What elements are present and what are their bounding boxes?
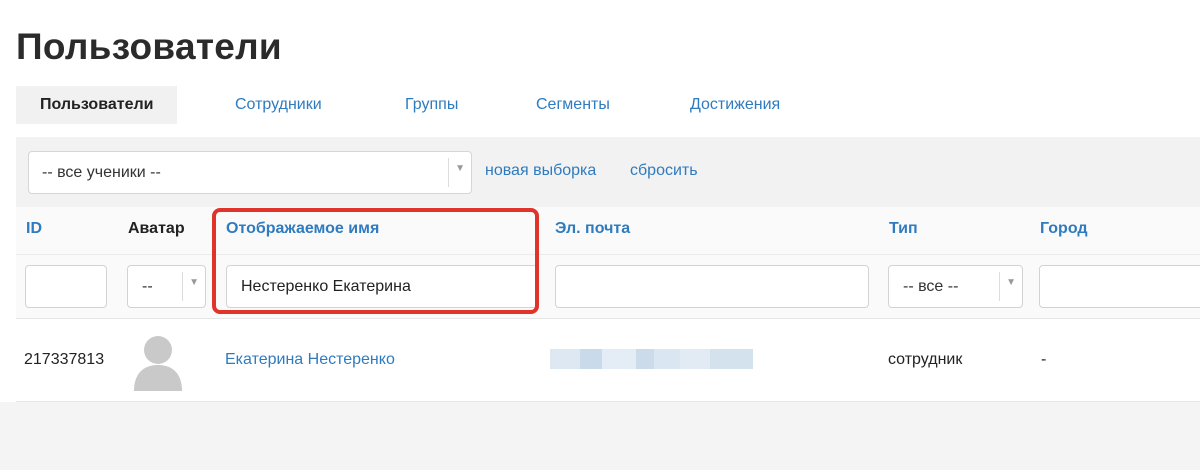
column-header-email[interactable]: Эл. почта <box>555 220 630 238</box>
user-silhouette-icon <box>134 336 182 391</box>
column-header-avatar: Аватар <box>128 220 185 237</box>
select-divider <box>448 158 449 187</box>
column-header-type[interactable]: Тип <box>889 220 918 238</box>
new-selection-link[interactable]: новая выборка <box>485 162 596 180</box>
selection-select-value: -- все ученики -- <box>42 164 161 181</box>
cell-email-redacted <box>550 349 753 369</box>
reset-link[interactable]: сбросить <box>630 162 698 180</box>
column-header-id[interactable]: ID <box>26 220 42 238</box>
tab-segments[interactable]: Сегменты <box>536 86 610 124</box>
filter-bar: -- все ученики -- ▼ новая выборка сброси… <box>16 137 1200 207</box>
tab-achievements[interactable]: Достижения <box>690 86 780 124</box>
caret-down-icon: ▼ <box>455 163 465 174</box>
avatar-filter-value: -- <box>142 278 153 295</box>
email-filter-input[interactable] <box>555 265 869 308</box>
caret-down-icon: ▼ <box>1006 277 1016 288</box>
cell-type: сотрудник <box>888 351 963 368</box>
select-divider <box>182 272 183 301</box>
avatar-filter-select[interactable]: -- ▼ <box>127 265 206 308</box>
table-row: 217337813 Екатерина Нестеренко сотрудник… <box>16 319 1200 402</box>
table-filter-row: -- ▼ Нестеренко Екатерина -- все -- ▼ <box>16 255 1200 319</box>
selection-select[interactable]: -- все ученики -- ▼ <box>28 151 472 194</box>
cell-display-name-link[interactable]: Екатерина Нестеренко <box>225 351 395 369</box>
tabs-nav: Пользователи Сотрудники Группы Сегменты … <box>16 86 1200 124</box>
tab-groups[interactable]: Группы <box>405 86 458 124</box>
type-filter-value: -- все -- <box>903 278 959 295</box>
id-filter-input[interactable] <box>25 265 107 308</box>
caret-down-icon: ▼ <box>189 277 199 288</box>
tab-users[interactable]: Пользователи <box>16 86 178 124</box>
table-header-row: ID Аватар Отображаемое имя Эл. почта Тип… <box>16 207 1200 255</box>
empty-area <box>0 402 1200 470</box>
select-divider <box>999 272 1000 301</box>
column-header-display-name[interactable]: Отображаемое имя <box>226 220 379 238</box>
page-title: Пользователи <box>16 26 282 67</box>
cell-id: 217337813 <box>24 351 105 368</box>
column-header-city[interactable]: Город <box>1040 220 1088 238</box>
tab-employees[interactable]: Сотрудники <box>235 86 322 124</box>
display-name-filter-input[interactable]: Нестеренко Екатерина <box>226 265 538 308</box>
cell-city: - <box>1041 351 1047 368</box>
city-filter-input[interactable] <box>1039 265 1200 308</box>
type-filter-select[interactable]: -- все -- ▼ <box>888 265 1023 308</box>
